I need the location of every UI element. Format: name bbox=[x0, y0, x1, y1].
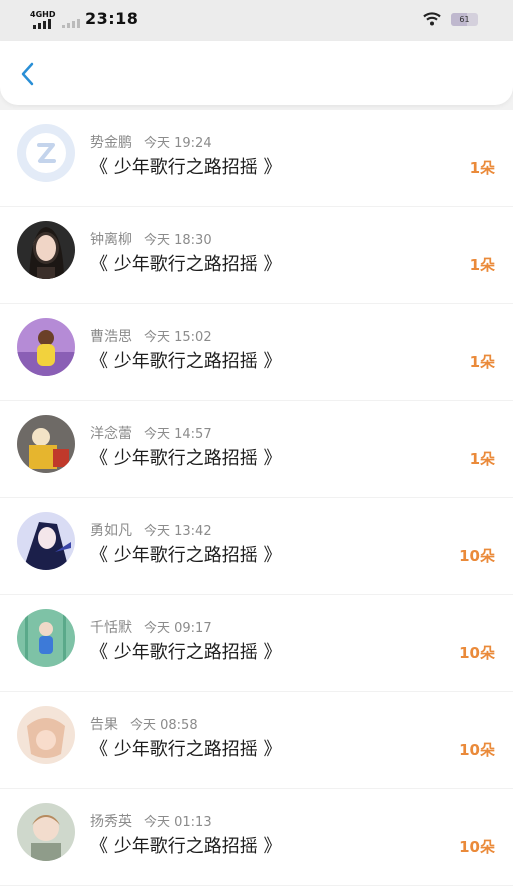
sender-name: 洋念蕾 bbox=[90, 426, 132, 442]
book-title: 《 少年歌行之路招摇 》 bbox=[90, 836, 282, 857]
status-bar: 4GHD 23:18 61 bbox=[0, 0, 513, 41]
sent-time: 今天 09:17 bbox=[144, 621, 212, 636]
battery-icon: 61 bbox=[451, 13, 478, 26]
book-title: 《 少年歌行之路招摇 》 bbox=[90, 157, 282, 178]
clock: 23:18 bbox=[85, 9, 139, 28]
back-button[interactable] bbox=[12, 59, 42, 89]
sent-time: 今天 15:02 bbox=[144, 330, 212, 345]
avatar[interactable] bbox=[17, 318, 75, 376]
default-avatar-icon[interactable] bbox=[17, 124, 75, 182]
sender-info: 洋念蕾 今天 14:57 bbox=[90, 423, 212, 443]
header-bar bbox=[0, 41, 513, 105]
flower-count: 10朵 bbox=[459, 644, 495, 662]
signal-icon bbox=[33, 19, 51, 29]
network-label: 4GHD bbox=[30, 10, 56, 19]
sender-name: 扬秀英 bbox=[90, 814, 132, 830]
sender-info: 告果 今天 08:58 bbox=[90, 714, 198, 734]
chevron-left-icon bbox=[21, 62, 34, 86]
sent-time: 今天 13:42 bbox=[144, 524, 212, 539]
sender-info: 曹浩思 今天 15:02 bbox=[90, 326, 212, 346]
book-title: 《 少年歌行之路招摇 》 bbox=[90, 254, 282, 275]
list-item[interactable]: 势金鹏 今天 19:24 《 少年歌行之路招摇 》 1朵 bbox=[0, 110, 513, 207]
wifi-icon bbox=[423, 12, 441, 26]
gift-record-list: 势金鹏 今天 19:24 《 少年歌行之路招摇 》 1朵 钟离柳 今天 18:30 《 少年… bbox=[0, 110, 513, 886]
sent-time: 今天 18:30 bbox=[144, 233, 212, 248]
sender-info: 钟离柳 今天 18:30 bbox=[90, 229, 212, 249]
sender-name: 勇如凡 bbox=[90, 523, 132, 539]
book-title: 《 少年歌行之路招摇 》 bbox=[90, 545, 282, 566]
flower-count: 10朵 bbox=[459, 547, 495, 565]
sent-time: 今天 14:57 bbox=[144, 427, 212, 442]
avatar[interactable] bbox=[17, 512, 75, 570]
list-item[interactable]: 扬秀英 今天 01:13 《 少年歌行之路招摇 》 10朵 bbox=[0, 789, 513, 886]
secondary-signal-icon bbox=[62, 19, 80, 28]
sender-name: 曹浩思 bbox=[90, 329, 132, 345]
battery-level: 61 bbox=[459, 15, 470, 24]
flower-count: 1朵 bbox=[469, 256, 495, 274]
sender-name: 钟离柳 bbox=[90, 232, 132, 248]
avatar[interactable] bbox=[17, 706, 75, 764]
flower-count: 1朵 bbox=[469, 159, 495, 177]
list-item[interactable]: 告果 今天 08:58 《 少年歌行之路招摇 》 10朵 bbox=[0, 692, 513, 789]
sender-info: 勇如凡 今天 13:42 bbox=[90, 520, 212, 540]
list-item[interactable]: 洋念蕾 今天 14:57 《 少年歌行之路招摇 》 1朵 bbox=[0, 401, 513, 498]
sender-name: 千恬默 bbox=[90, 620, 132, 636]
list-item[interactable]: 千恬默 今天 09:17 《 少年歌行之路招摇 》 10朵 bbox=[0, 595, 513, 692]
sender-name: 势金鹏 bbox=[90, 135, 132, 151]
flower-count: 1朵 bbox=[469, 450, 495, 468]
sender-info: 千恬默 今天 09:17 bbox=[90, 617, 212, 637]
book-title: 《 少年歌行之路招摇 》 bbox=[90, 351, 282, 372]
list-item[interactable]: 曹浩思 今天 15:02 《 少年歌行之路招摇 》 1朵 bbox=[0, 304, 513, 401]
flower-count: 1朵 bbox=[469, 353, 495, 371]
sender-info: 扬秀英 今天 01:13 bbox=[90, 811, 212, 831]
book-title: 《 少年歌行之路招摇 》 bbox=[90, 448, 282, 469]
list-item[interactable]: 勇如凡 今天 13:42 《 少年歌行之路招摇 》 10朵 bbox=[0, 498, 513, 595]
sent-time: 今天 01:13 bbox=[144, 815, 212, 830]
sent-time: 今天 19:24 bbox=[144, 136, 212, 151]
sender-name: 告果 bbox=[90, 717, 118, 733]
avatar[interactable] bbox=[17, 803, 75, 861]
list-item[interactable]: 钟离柳 今天 18:30 《 少年歌行之路招摇 》 1朵 bbox=[0, 207, 513, 304]
avatar[interactable] bbox=[17, 221, 75, 279]
flower-count: 10朵 bbox=[459, 741, 495, 759]
flower-count: 10朵 bbox=[459, 838, 495, 856]
sent-time: 今天 08:58 bbox=[130, 718, 198, 733]
avatar[interactable] bbox=[17, 609, 75, 667]
book-title: 《 少年歌行之路招摇 》 bbox=[90, 739, 282, 760]
avatar[interactable] bbox=[17, 415, 75, 473]
book-title: 《 少年歌行之路招摇 》 bbox=[90, 642, 282, 663]
sender-info: 势金鹏 今天 19:24 bbox=[90, 132, 212, 152]
